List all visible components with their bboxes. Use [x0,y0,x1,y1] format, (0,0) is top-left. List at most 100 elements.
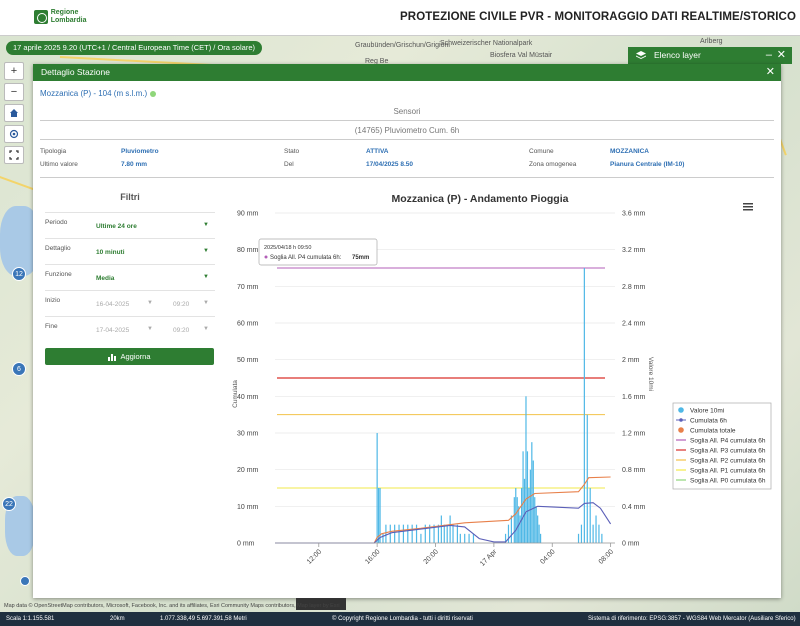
minimize-button[interactable]: – [766,47,772,64]
plus-icon: + [10,65,18,77]
dropdown-arrow-icon: ▼ [147,326,153,332]
bar-valore-10mi [583,268,585,543]
home-icon [10,109,18,117]
bar-valore-10mi [385,524,387,543]
bar-valore-10mi [522,451,524,543]
dropdown-arrow-icon: ▼ [203,274,209,280]
periodo-select[interactable]: Periodo Ultime 24 ore ▼ [45,212,215,238]
bar-valore-10mi [402,524,405,543]
close-icon[interactable]: ✕ [777,47,786,64]
bar-valore-10mi [519,515,521,543]
tooltip-box [258,238,378,266]
hamburger-menu-icon [743,203,753,211]
zoom-in-button[interactable]: + [4,62,24,80]
info-zona-value: Pianura Centrale (IM-10) [610,161,685,168]
chart-menu-button[interactable] [743,198,755,211]
station-cluster-marker[interactable]: 12 [12,267,26,281]
bar-valore-10mi [592,524,594,543]
tooltip-value: 75mm [352,255,369,261]
x-tick-label: 16:00 [364,548,381,565]
dropdown-arrow-icon: ▼ [147,300,153,306]
info-ultimo-valore-value: 7.80 mm [121,161,148,168]
funzione-value: Media [96,275,115,282]
y-right-tick-label: 3.2 mm [622,247,646,254]
dettaglio-select[interactable]: Dettaglio 10 minuti ▼ [45,238,215,264]
fine-row: Fine 17-04-2025 ▼ 09:20 ▼ [45,316,215,342]
y-left-tick-label: 90 mm [237,211,259,218]
legend-label[interactable]: Valore 10mi [690,408,724,415]
filters-title: Filtri [120,192,140,202]
station-marker[interactable] [20,576,30,586]
bar-valore-10mi [595,515,597,543]
inizio-label: Inizio [45,297,61,304]
regione-lombardia-logo: Regione Lombardia [34,8,90,26]
rain-chart[interactable]: 2025/04/18 h 09:50 Soglia All. P4 cumulat… [225,184,773,596]
tooltip-series-dot [264,255,268,259]
funzione-select[interactable]: Funzione Media ▼ [45,264,215,290]
current-time-badge: 17 aprile 2025 9.20 (UTC+1 / Central Eur… [6,41,262,55]
home-button[interactable] [4,104,24,122]
status-bar: Scala 1:1.155.581 20km 1.077.338,49 5.69… [0,612,800,626]
dropdown-arrow-icon: ▼ [203,326,209,332]
info-ultimo-valore: Ultimo valore [40,161,78,168]
bar-valore-10mi [531,442,533,543]
legend-label[interactable]: Soglia All. P2 cumulata 6h [690,458,766,465]
bar-valore-10mi [521,488,523,543]
bar-valore-10mi [534,497,536,543]
station-cluster-marker[interactable]: 6 [12,362,26,376]
chart-title: Mozzanica (P) - Andamento Pioggia [392,193,569,205]
chart-svg[interactable]: 2025/04/18 h 09:50 Soglia All. P4 cumulat… [225,184,773,596]
map-label: Biosfera Val Müstair [490,52,553,59]
zoom-out-button[interactable]: − [4,83,24,101]
funzione-label: Funzione [45,271,72,278]
tooltip-time: 2025/04/18 h 09:50 [264,245,311,251]
fine-date-input[interactable]: 17-04-2025 [96,327,129,334]
inizio-date-input[interactable]: 16-04-2025 [96,301,129,308]
layers-icon [636,51,646,59]
x-tick-label: 08:00 [598,548,615,565]
legend-label[interactable]: Soglia All. P0 cumulata 6h [690,478,766,485]
station-detail-dialog: Dettaglio Stazione ✕ Mozzanica (P) - 104… [33,64,781,598]
bar-valore-10mi [459,533,461,543]
bar-valore-10mi [472,533,475,543]
locate-button[interactable] [4,125,24,143]
y-left-tick-label: 0 mm [237,541,255,548]
divider [40,120,774,121]
info-tipologia-value: Pluviometro [121,148,159,155]
layer-list-panel[interactable]: Elenco layer – ✕ [628,47,792,64]
bar-valore-10mi [468,533,470,543]
fullscreen-button[interactable] [4,146,24,164]
close-icon[interactable]: ✕ [766,64,775,81]
y-right-tick-label: 2.8 mm [622,284,646,291]
bar-valore-10mi [411,524,413,543]
legend-label[interactable]: Soglia All. P4 cumulata 6h [690,438,766,445]
bar-valore-10mi [376,433,378,543]
logo-icon [34,10,48,24]
bar-valore-10mi [446,524,448,543]
legend-label[interactable]: Soglia All. P3 cumulata 6h [690,448,766,455]
x-tick-label: 04:00 [539,548,556,565]
status-dot-icon [150,90,157,97]
station-cluster-marker[interactable]: 22 [2,497,16,511]
dettaglio-label: Dettaglio [45,245,71,252]
fine-label: Fine [45,323,58,330]
bar-valore-10mi [452,524,454,543]
station-name-text: Mozzanica (P) - 104 (m s.l.m.) [40,89,148,98]
legend-label[interactable]: Cumulata 6h [690,418,727,425]
layer-panel-title: Elenco layer [654,50,701,60]
sensor-selector[interactable]: (14765) Pluviometro Cum. 6h [33,126,781,135]
bar-valore-10mi [440,515,442,543]
fine-time-input[interactable]: 09:20 [173,327,189,334]
divider [40,139,774,140]
map-label: Arlberg [700,38,723,45]
legend-label[interactable]: Cumulata totale [690,428,736,435]
bar-valore-10mi [420,533,422,543]
line-cumulata-totale [275,476,611,544]
refresh-button[interactable]: Aggiorna [45,348,214,365]
scale-text: Scala 1:1.155.581 [6,616,55,622]
periodo-value: Ultime 24 ore [96,223,137,230]
inizio-time-input[interactable]: 09:20 [173,301,189,308]
y-right-tick-label: 3.6 mm [622,211,646,218]
legend-label[interactable]: Soglia All. P1 cumulata 6h [690,468,766,475]
bar-valore-10mi [515,488,517,543]
